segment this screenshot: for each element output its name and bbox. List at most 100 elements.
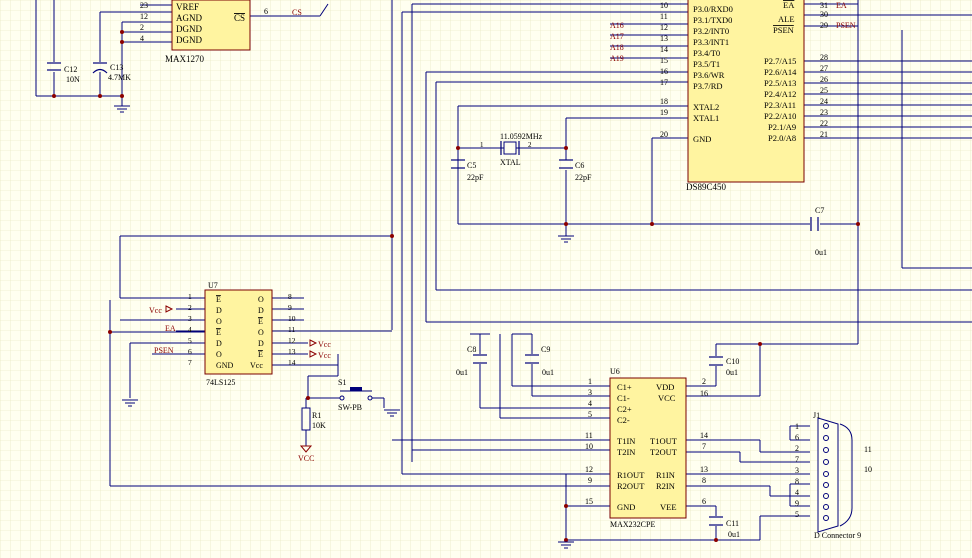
pin-name: D (258, 339, 264, 348)
pin-name: D (258, 306, 264, 315)
pin-name: XTAL1 (693, 113, 719, 123)
pin-name: P3.2/INT0 (693, 26, 729, 36)
pin-number: 6 (264, 7, 268, 16)
pin-number: 15 (585, 497, 593, 506)
pin-name: DGND (176, 35, 202, 45)
value-label: 4.7MK (108, 73, 131, 82)
pin-name: P3.5/T1 (693, 59, 720, 69)
pin-number: 3 (795, 466, 799, 475)
ref-label: XTAL (500, 158, 521, 167)
pin-name: P3.0/RXD0 (693, 4, 733, 14)
net-label-vcc: Vcc (318, 351, 331, 360)
value-label: 0u1 (815, 248, 827, 257)
pin-number: 12 (140, 12, 148, 21)
pin-number: 10 (660, 1, 668, 10)
pin-name: R2IN (656, 481, 675, 491)
ref-label: C12 (64, 65, 77, 74)
pin-name: R1OUT (617, 470, 645, 480)
pin-name: P3.6/WR (693, 70, 725, 80)
side-label: 10 (864, 465, 872, 474)
pin-name: T2IN (617, 447, 635, 457)
pin-number: 24 (820, 97, 828, 106)
net-label-ea: EA (165, 324, 176, 333)
pin-number: 14 (288, 358, 296, 367)
pin-name: P2.0/A8 (768, 133, 796, 143)
pin-name: O (258, 295, 264, 304)
ref-label: C11 (726, 519, 739, 528)
pin-number: 12 (660, 23, 668, 32)
pin-number: 11 (288, 325, 295, 334)
pin-number: 21 (820, 130, 828, 139)
pin-number: 16 (700, 389, 708, 398)
pin-number: 1 (588, 377, 592, 386)
pin-name: C2+ (617, 404, 632, 414)
pin-number: 20 (660, 130, 668, 139)
pin-name: P2.7/A15 (764, 56, 796, 66)
ref-label: J1 (813, 411, 820, 420)
net-label-cs: CS (292, 8, 302, 17)
ref-label: U6 (610, 367, 620, 376)
pin-number: 9 (795, 499, 799, 508)
pin-name: C1- (617, 393, 630, 403)
net-label-ea: EA (836, 1, 847, 10)
value-label: 22pF (467, 173, 484, 182)
connector-name: D Connector 9 (814, 531, 861, 540)
pin-number: 15 (660, 56, 668, 65)
pin-number: 4 (140, 34, 144, 43)
pin-number: 4 (188, 325, 192, 334)
pin-name: E (258, 317, 263, 326)
pin-name: T1IN (617, 436, 635, 446)
ref-label: C13 (110, 63, 123, 72)
value-label: SW-PB (338, 403, 362, 412)
chip-name: 74LS125 (206, 378, 235, 387)
pin-name: O (216, 317, 222, 326)
pin-number: 13 (288, 347, 296, 356)
pin-number: 6 (795, 433, 799, 442)
value-label: 10N (66, 75, 80, 84)
pin-number: 7 (188, 358, 192, 367)
pin-number: 23 (820, 108, 828, 117)
pin-name: D (216, 306, 222, 315)
db9-pin-circles (823, 423, 829, 521)
pin-number: 30 (820, 10, 828, 19)
pin-name: C1+ (617, 382, 632, 392)
pin-number: 1 (480, 141, 484, 149)
pin-name: P2.5/A13 (764, 78, 796, 88)
pin-name: P3.4/T0 (693, 48, 720, 58)
net-label-vcc: Vcc (318, 340, 331, 349)
vcc-label: VCC (298, 454, 314, 463)
chip-name: MAX1270 (165, 54, 205, 64)
pin-number: 23 (140, 1, 148, 10)
pin-number: 2 (702, 377, 706, 386)
net-label-a16: A16 (610, 21, 624, 30)
ref-label: R1 (312, 411, 321, 420)
pin-name: Vcc (250, 361, 263, 370)
ref-label: U7 (208, 281, 218, 290)
pin-name: P2.2/A10 (764, 111, 796, 121)
pin-number: 8 (288, 292, 292, 301)
pin-number: 4 (588, 399, 592, 408)
pin-number: 17 (660, 78, 668, 87)
value-label: 0u1 (728, 530, 740, 539)
net-label-a19: A19 (610, 54, 624, 63)
value-label: 0u1 (726, 368, 738, 377)
pin-number: 8 (702, 476, 706, 485)
pin-name: DGND (176, 24, 202, 34)
value-label: 0u1 (542, 368, 554, 377)
pin-number: 11 (585, 431, 593, 440)
pin-number: 5 (795, 510, 799, 519)
pin-number: 13 (700, 465, 708, 474)
pin-name: PSEN (773, 25, 794, 35)
pin-number: 2 (188, 303, 192, 312)
pin-name: VEE (660, 502, 677, 512)
pin-number: 9 (588, 476, 592, 485)
schematic-sheet: VREF AGND DGND DGND 23 12 2 4 CS 6 CS MA… (0, 0, 972, 558)
pin-name: VREF (176, 2, 199, 12)
pin-number: 1 (795, 422, 799, 431)
pin-name: R1IN (656, 470, 675, 480)
ref-label: C5 (467, 161, 476, 170)
pin-number: 26 (820, 75, 828, 84)
pin-number: 22 (820, 119, 828, 128)
pin-name: P3.3/INT1 (693, 37, 729, 47)
ref-label: C8 (467, 345, 476, 354)
